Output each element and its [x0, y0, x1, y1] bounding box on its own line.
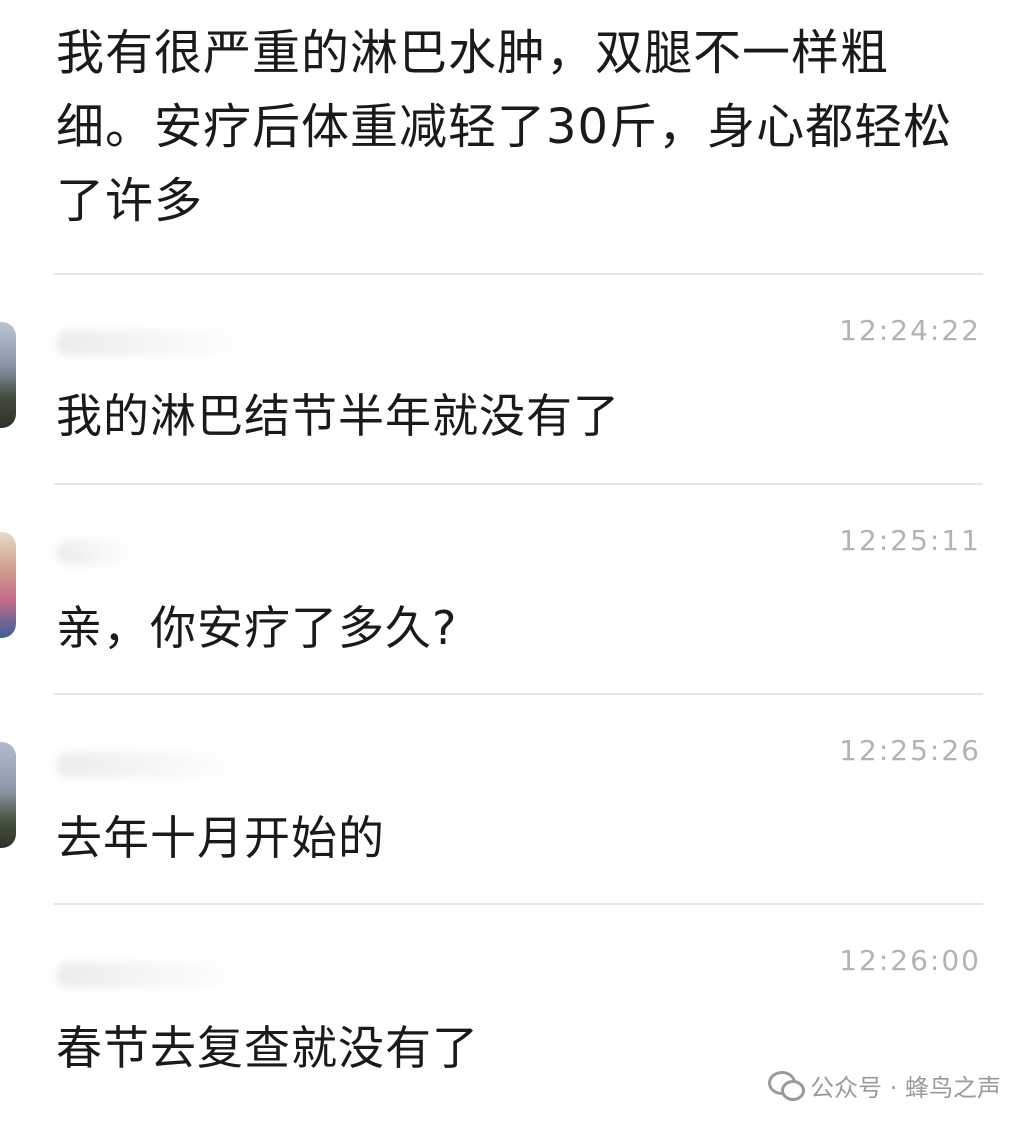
wechat-icon [768, 1070, 806, 1101]
comment-timestamp: 12:24:22 [839, 314, 981, 347]
avatar[interactable] [0, 532, 16, 638]
watermark: 公众号 · 蜂鸟之声 [768, 1068, 1001, 1103]
avatar[interactable] [0, 742, 16, 848]
comment-thread: { "top_comment": { "text": "我有很严重的淋巴水肿，双… [0, 0, 1031, 1129]
comment-timestamp: 12:25:26 [839, 734, 981, 767]
nickname-blurred[interactable] [56, 330, 256, 356]
comment-text: 我的淋巴结节半年就没有了 [56, 389, 620, 443]
divider [54, 693, 983, 695]
comment-timestamp: 12:25:11 [839, 524, 981, 557]
divider [54, 273, 983, 275]
avatar[interactable] [0, 322, 16, 428]
comment-item: 12:26:00 春节去复查就没有了 [0, 0, 1031, 1075]
nickname-blurred[interactable] [56, 962, 246, 988]
nickname-blurred[interactable] [56, 752, 246, 778]
watermark-text: 公众号 · 蜂鸟之声 [810, 1074, 1001, 1102]
comment-text: 亲，你安疗了多久? [56, 601, 458, 655]
nickname-blurred[interactable] [56, 540, 136, 566]
comment-text: 去年十月开始的 [56, 811, 385, 865]
divider [54, 483, 983, 485]
comment-text: 春节去复查就没有了 [56, 1021, 479, 1075]
comment-timestamp: 12:26:00 [839, 944, 981, 977]
divider [54, 903, 983, 905]
